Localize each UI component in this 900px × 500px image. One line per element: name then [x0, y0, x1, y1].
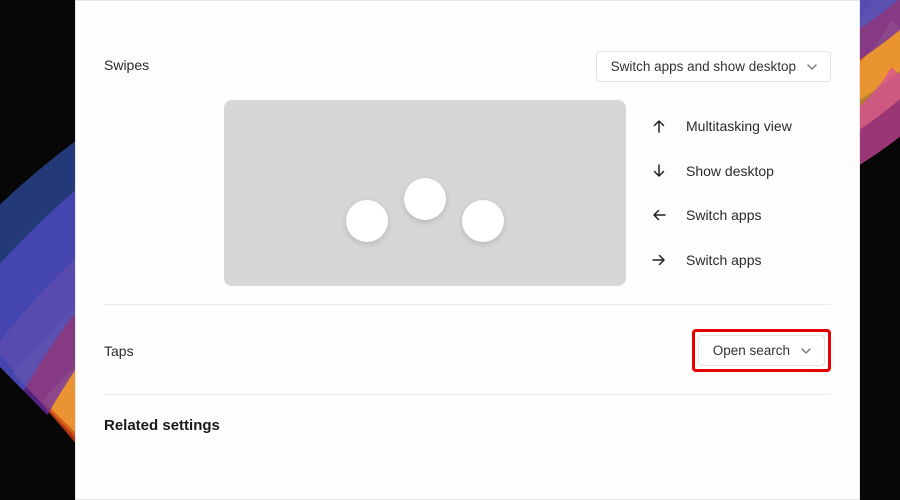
arrow-right-icon: [650, 252, 668, 268]
taps-dropdown-value: Open search: [713, 343, 790, 358]
finger-dot: [404, 178, 446, 220]
taps-label: Taps: [104, 343, 224, 359]
taps-row: Taps Open search: [104, 305, 831, 395]
arrow-down-icon: [650, 163, 668, 179]
gesture-label: Switch apps: [686, 252, 761, 268]
arrow-left-icon: [650, 207, 668, 223]
touchpad-gesture-preview: [224, 100, 626, 286]
gesture-item-up: Multitasking view: [650, 104, 792, 148]
swipes-row: Swipes Switch apps and show desktop: [104, 1, 831, 305]
gesture-label: Multitasking view: [686, 118, 792, 134]
gesture-label: Show desktop: [686, 163, 774, 179]
gesture-label: Switch apps: [686, 207, 761, 223]
swipes-dropdown-value: Switch apps and show desktop: [611, 59, 796, 74]
arrow-up-icon: [650, 118, 668, 134]
related-settings-heading: Related settings: [104, 395, 831, 442]
settings-panel: Swipes Switch apps and show desktop: [75, 0, 860, 500]
finger-dot: [462, 200, 504, 242]
taps-dropdown[interactable]: Open search: [698, 335, 825, 366]
gesture-list: Multitasking view Show desktop Switch ap…: [650, 100, 792, 286]
chevron-down-icon: [800, 345, 812, 357]
gesture-item-left: Switch apps: [650, 193, 792, 237]
swipes-dropdown[interactable]: Switch apps and show desktop: [596, 51, 831, 82]
annotation-highlight: Open search: [692, 329, 831, 372]
finger-dot: [346, 200, 388, 242]
swipes-label: Swipes: [104, 51, 224, 73]
gesture-item-right: Switch apps: [650, 238, 792, 282]
chevron-down-icon: [806, 61, 818, 73]
gesture-item-down: Show desktop: [650, 149, 792, 193]
